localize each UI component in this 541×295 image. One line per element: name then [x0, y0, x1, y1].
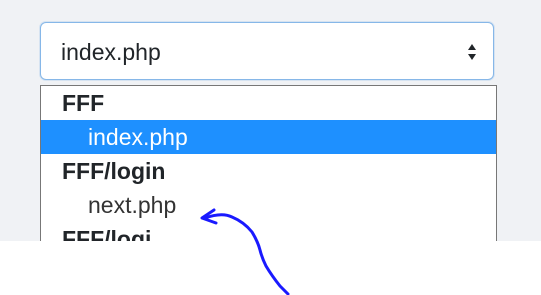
up-down-chevron-icon	[468, 44, 476, 60]
select-dropdown-list: FFF index.php FFF/login next.php FFF/log…	[40, 85, 497, 241]
select-current-value: index.php	[61, 39, 161, 65]
option-index-php[interactable]: index.php	[41, 120, 496, 154]
optgroup-label-fff: FFF	[62, 90, 105, 116]
optgroup-label-fff-login: FFF/login	[62, 158, 166, 184]
file-select[interactable]: index.php	[40, 22, 494, 80]
optgroup-label-partial: FFF/logi...	[62, 226, 171, 241]
option-next-php[interactable]: next.php	[41, 188, 496, 222]
